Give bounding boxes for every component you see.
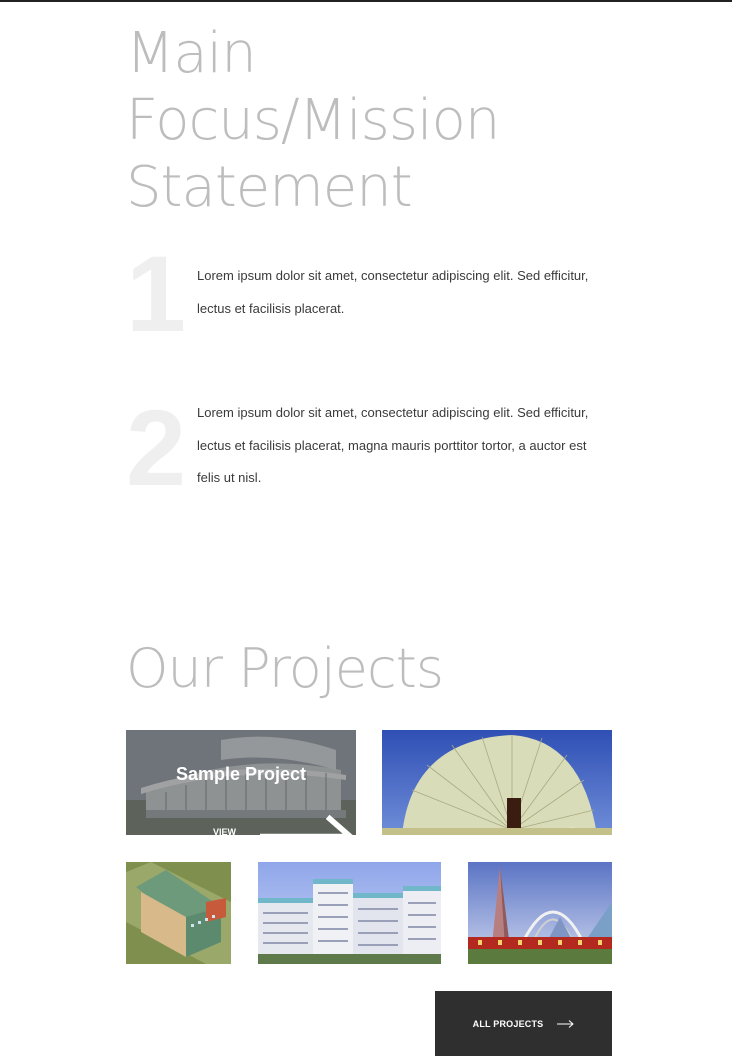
project-tile[interactable] [126, 862, 231, 964]
mission-heading-line: Statement [126, 155, 413, 220]
mission-item-number: 1 [126, 233, 187, 354]
view-more-link[interactable]: VIEW MORE [213, 814, 356, 835]
view-more-label: VIEW MORE [213, 826, 237, 835]
top-divider [0, 0, 732, 2]
monument-image [468, 862, 612, 964]
project-tile[interactable] [382, 730, 612, 835]
mission-heading-line: Main [126, 21, 257, 86]
arrow-right-icon [260, 814, 353, 835]
residential-towers-image [258, 862, 441, 964]
projects-heading: Our Projects [126, 637, 444, 700]
project-title: Sample Project [175, 764, 307, 784]
mission-item-text: Lorem ipsum dolor sit amet, consectetur … [197, 268, 589, 316]
mission-heading-line: Focus/Mission [126, 88, 500, 153]
project-tile[interactable] [468, 862, 612, 964]
dome-building-image [382, 730, 612, 835]
aerial-building-image [126, 862, 231, 964]
mission-heading: Main Focus/Mission Statement [126, 20, 606, 221]
all-projects-button[interactable]: ALL PROJECTS [435, 991, 612, 1056]
project-tile-featured[interactable]: Sample Project VIEW MORE [126, 730, 356, 835]
mission-item-number: 2 [126, 387, 187, 508]
all-projects-label: ALL PROJECTS [472, 1018, 544, 1029]
arrow-right-icon [557, 1019, 575, 1028]
mission-item-text: Lorem ipsum dolor sit amet, consectetur … [197, 405, 589, 485]
project-tile[interactable] [258, 862, 441, 964]
